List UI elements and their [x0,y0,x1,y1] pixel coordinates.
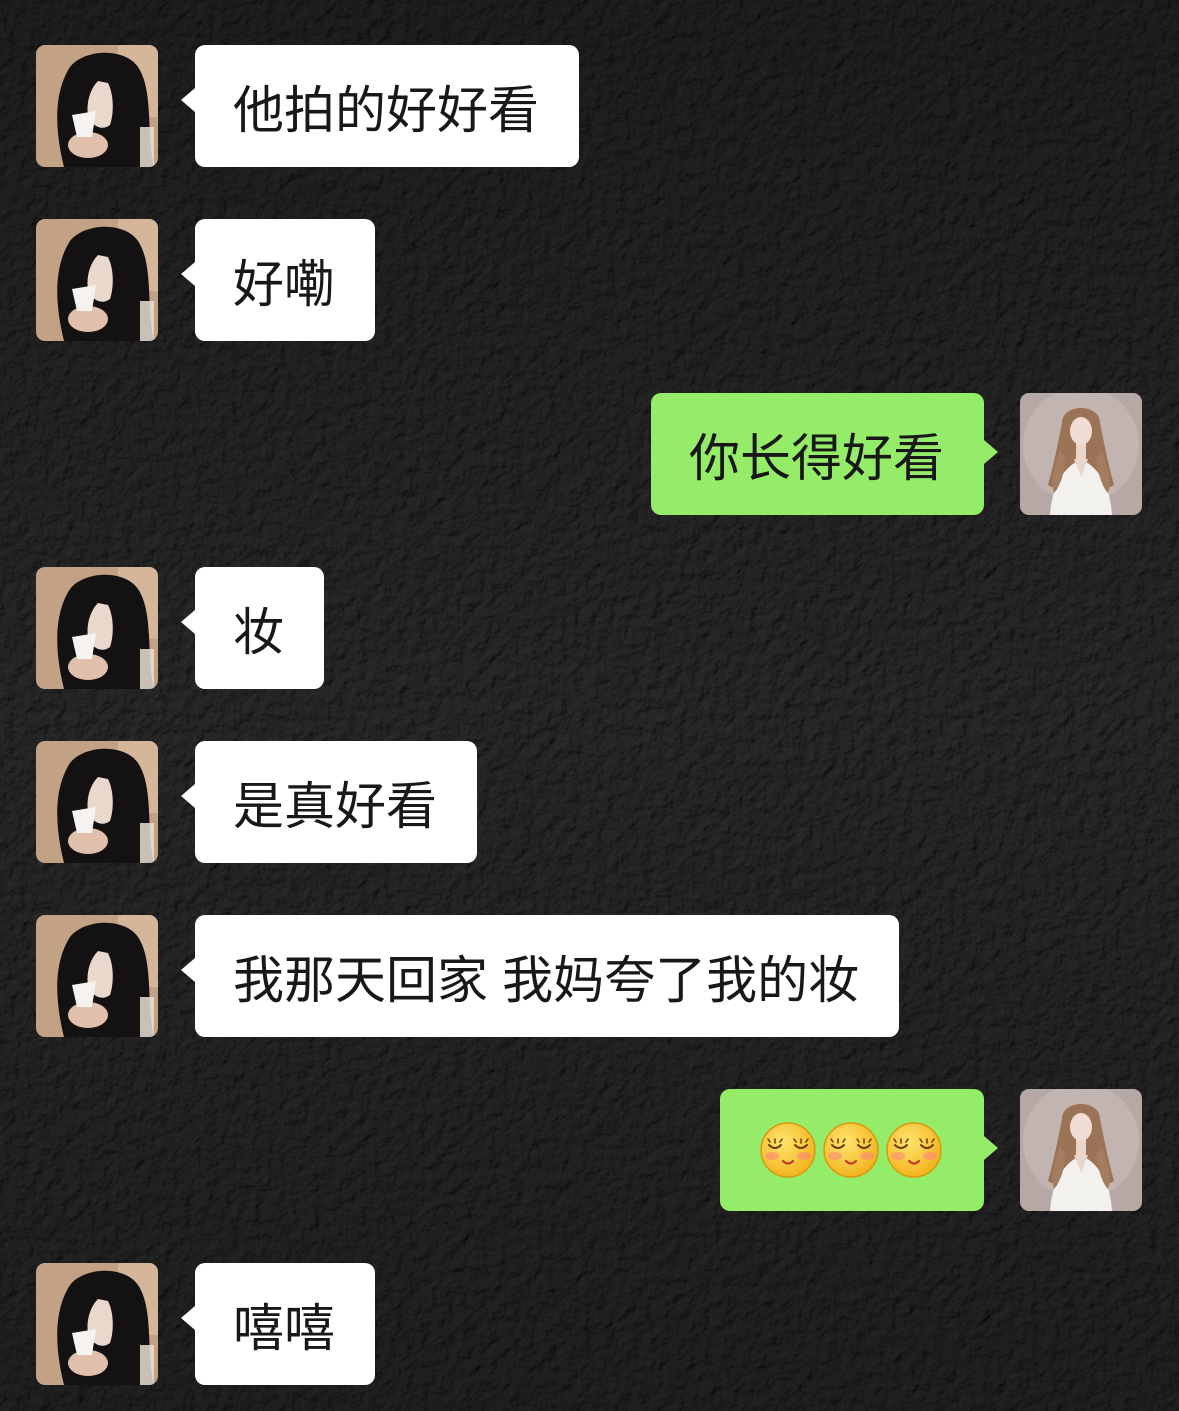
my-avatar[interactable] [1020,393,1142,515]
friend-avatar[interactable] [36,741,158,863]
message-row: 好嘞 [0,219,1179,341]
message-row [0,1089,1179,1211]
message-row: 是真好看 [0,741,1179,863]
received-message-bubble[interactable]: 好嘞 [180,219,376,341]
received-message-bubble[interactable]: 是真好看 [180,741,478,863]
received-message-bubble[interactable]: 他拍的好好看 [180,45,580,167]
received-message-bubble[interactable]: 我那天回家 我妈夸了我的妆 [180,915,900,1037]
friend-avatar[interactable] [36,45,158,167]
sent-message-bubble[interactable] [720,1089,998,1211]
message-text: 好嘞 [233,256,336,313]
message-row: 嘻嘻 [0,1263,1179,1385]
message-text: 你长得好看 [688,430,944,487]
friend-avatar[interactable] [36,915,158,1037]
shy-face-icon [821,1120,881,1180]
message-text: 妆 [233,604,285,661]
emoji-group [758,1120,944,1180]
message-text: 我那天回家 我妈夸了我的妆 [233,952,860,1009]
friend-avatar[interactable] [36,1263,158,1385]
message-text: 他拍的好好看 [233,82,540,139]
message-row: 我那天回家 我妈夸了我的妆 [0,915,1179,1037]
sent-message-bubble[interactable]: 你长得好看 [650,393,999,515]
shy-face-icon [758,1120,818,1180]
message-text: 是真好看 [233,778,438,835]
received-message-bubble[interactable]: 妆 [180,567,325,689]
shy-face-icon [884,1120,944,1180]
friend-avatar[interactable] [36,567,158,689]
friend-avatar[interactable] [36,219,158,341]
chat-screen: 他拍的好好看 好嘞 你长得好看 妆 是真好看 我那天回家 我妈夸了我的妆 嘻嘻 [0,0,1179,1411]
message-row: 妆 [0,567,1179,689]
received-message-bubble[interactable]: 嘻嘻 [180,1263,376,1385]
message-row: 你长得好看 [0,393,1179,515]
my-avatar[interactable] [1020,1089,1142,1211]
message-row: 他拍的好好看 [0,45,1179,167]
message-text: 嘻嘻 [233,1300,336,1357]
